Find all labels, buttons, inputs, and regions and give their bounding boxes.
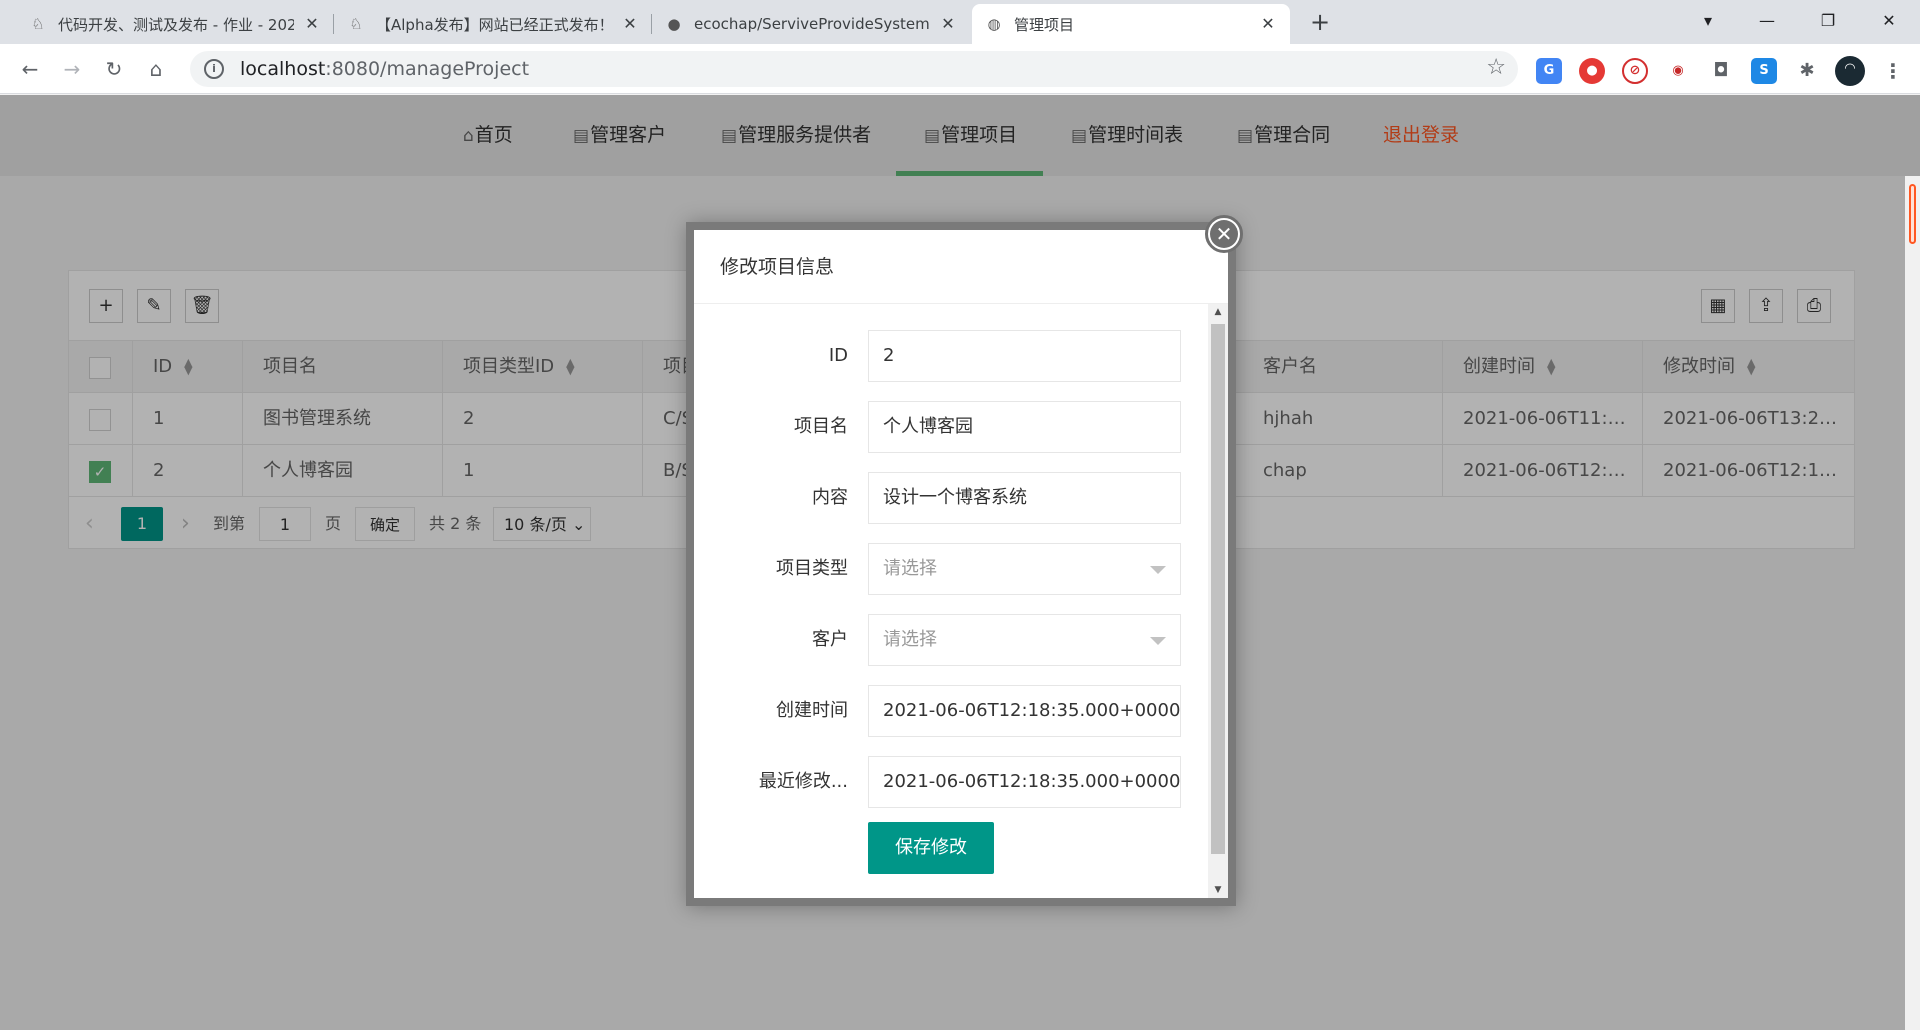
close-tab-icon[interactable]: ✕: [302, 14, 322, 34]
tab-title: 【Alpha发布】网站已经正式发布！: [376, 15, 612, 34]
translate-extension-icon[interactable]: G: [1536, 58, 1562, 84]
edit-project-modal: 修改项目信息 ID 2 项目名 个人博客园 内容 设计一个博客系统 项目类型 请…: [686, 222, 1236, 906]
address-bar[interactable]: i localhost:8080/manageProject ☆: [190, 51, 1518, 87]
forward-icon[interactable]: →: [56, 54, 88, 84]
close-window-icon[interactable]: ✕: [1866, 6, 1912, 36]
modified-time-field[interactable]: 2021-06-06T12:18:35.000+0000: [868, 756, 1181, 808]
form-row-id: ID 2: [694, 330, 1208, 382]
modal-scrollbar-thumb[interactable]: [1211, 324, 1225, 854]
reload-icon[interactable]: ↻: [98, 54, 130, 84]
modal-scrollbar[interactable]: ▲ ▼: [1208, 304, 1228, 898]
browser-menu-icon[interactable]: ⋮: [1880, 58, 1906, 84]
field-label: 项目名: [794, 416, 848, 437]
eyes-extension-icon[interactable]: ◉: [1665, 58, 1691, 84]
content-field[interactable]: 设计一个博客系统: [868, 472, 1181, 524]
tab-search-icon[interactable]: ▾: [1685, 6, 1731, 36]
form-row-created: 创建时间 2021-06-06T12:18:35.000+0000: [694, 685, 1208, 737]
back-icon[interactable]: ←: [14, 54, 46, 84]
save-button[interactable]: 保存修改: [868, 822, 994, 874]
url-path: :8080/manageProject: [325, 58, 530, 80]
close-tab-icon[interactable]: ✕: [938, 14, 958, 34]
new-tab-icon[interactable]: +: [1306, 8, 1334, 36]
form-row-modified: 最近修改... 2021-06-06T12:18:35.000+0000: [694, 756, 1208, 808]
close-icon: ✕: [1210, 220, 1238, 248]
form-row-customer: 客户 请选择: [694, 614, 1208, 666]
cnblogs-icon: ♘: [31, 15, 45, 33]
browser-tab[interactable]: ♘ 代码开发、测试及发布 - 作业 - 2021 ✕: [16, 4, 334, 44]
field-label: ID: [828, 345, 848, 366]
browser-tab-bar: ♘ 代码开发、测试及发布 - 作业 - 2021 ✕ ♘ 【Alpha发布】网站…: [0, 0, 1920, 44]
page-scrollbar[interactable]: [1905, 176, 1920, 1030]
project-name-field[interactable]: 个人博客园: [868, 401, 1181, 453]
bookmark-star-icon[interactable]: ☆: [1486, 55, 1506, 80]
browser-tab[interactable]: ♘ 【Alpha发布】网站已经正式发布！ ✕: [334, 4, 652, 44]
modal-close-button[interactable]: ✕: [1205, 215, 1243, 253]
home-icon[interactable]: ⌂: [140, 54, 172, 84]
adblock-extension-icon[interactable]: ●: [1579, 58, 1605, 84]
site-info-icon[interactable]: i: [204, 59, 224, 79]
field-label: 最近修改...: [758, 771, 848, 792]
created-time-field[interactable]: 2021-06-06T12:18:35.000+0000: [868, 685, 1181, 737]
restore-icon[interactable]: ❐: [1805, 6, 1851, 36]
minimize-icon[interactable]: —: [1744, 6, 1790, 36]
field-label: 内容: [812, 487, 848, 508]
id-field[interactable]: 2: [868, 330, 1181, 382]
field-label: 客户: [812, 629, 848, 650]
form-row-name: 项目名 个人博客园: [694, 401, 1208, 453]
camera-extension-icon[interactable]: ◘: [1708, 58, 1734, 84]
scroll-down-icon[interactable]: ▼: [1208, 882, 1228, 898]
customer-select[interactable]: 请选择: [868, 614, 1181, 666]
profile-avatar[interactable]: ◠: [1835, 56, 1865, 86]
globe-icon: ◍: [987, 15, 1001, 33]
url-host: localhost: [240, 58, 326, 80]
project-type-select[interactable]: 请选择: [868, 543, 1181, 595]
browser-tab-active[interactable]: ◍ 管理项目 ✕: [972, 4, 1290, 44]
close-tab-icon[interactable]: ✕: [620, 14, 640, 34]
modal-title: 修改项目信息: [694, 230, 1228, 304]
extensions-puzzle-icon[interactable]: ✱: [1794, 58, 1820, 84]
page-scrollbar-thumb[interactable]: [1909, 184, 1916, 244]
close-tab-icon[interactable]: ✕: [1258, 14, 1278, 34]
form-row-type: 项目类型 请选择: [694, 543, 1208, 595]
tab-title: ecochap/ServiveProvideSystem: [694, 15, 930, 33]
field-label: 项目类型: [776, 558, 848, 579]
s-extension-icon[interactable]: S: [1751, 58, 1777, 84]
scroll-up-icon[interactable]: ▲: [1208, 304, 1228, 320]
browser-tab[interactable]: ● ecochap/ServiveProvideSystem ✕: [652, 4, 970, 44]
block-extension-icon[interactable]: ⊘: [1622, 58, 1648, 84]
chevron-down-icon: [1150, 637, 1166, 645]
tab-title: 代码开发、测试及发布 - 作业 - 2021: [58, 15, 294, 34]
github-icon: ●: [667, 15, 681, 33]
tab-title: 管理项目: [1014, 15, 1075, 34]
form-row-content: 内容 设计一个博客系统: [694, 472, 1208, 524]
field-label: 创建时间: [776, 700, 848, 721]
chevron-down-icon: [1150, 566, 1166, 574]
cnblogs-icon: ♘: [349, 15, 363, 33]
modal-form: ID 2 项目名 个人博客园 内容 设计一个博客系统 项目类型 请选择 客户 请…: [694, 304, 1208, 898]
